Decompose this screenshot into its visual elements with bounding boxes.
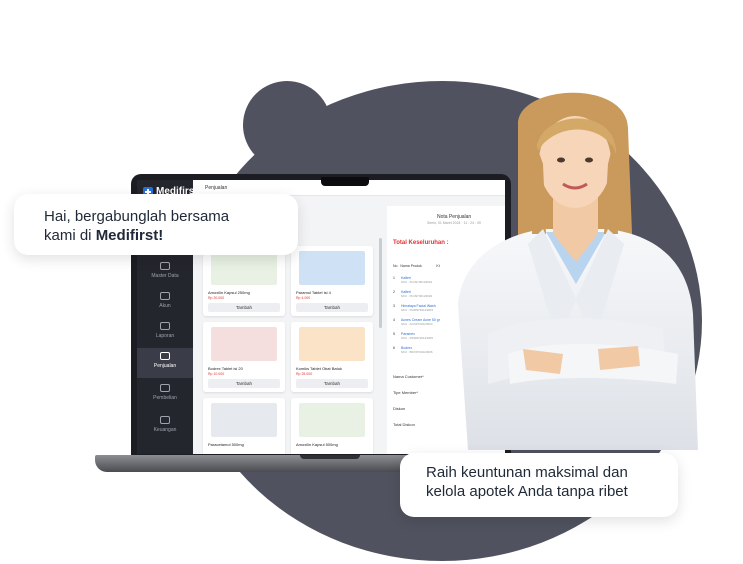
greeting-line-2: kami di Medifirst! (44, 226, 268, 245)
discount-field[interactable]: Diskon (393, 406, 405, 411)
product-scrollbar[interactable] (379, 238, 382, 328)
product-price: Rp 4.000 (296, 296, 311, 300)
add-product-button[interactable]: Tambah (208, 379, 280, 388)
product-grid: Amoxilin Kapsul 250mg Rp 20.000 Tambah P… (199, 238, 379, 454)
sidebar-item-keuangan[interactable]: Keuangan (137, 412, 193, 442)
sidebar-item-akun[interactable]: Akun (137, 288, 193, 318)
product-name: Bodrex Tablet isi 20 (208, 366, 243, 371)
greeting-bubble: Hai, bergabunglah bersama kami di Medifi… (14, 194, 298, 255)
table-row: 4 Acnes Cream Acne 50 gr SKU : ACN9730123… (393, 318, 440, 326)
product-image (299, 403, 365, 437)
laptop-base-groove (300, 455, 360, 459)
sidebar-item-penjualan[interactable]: Penjualan (137, 348, 193, 378)
product-image (211, 251, 277, 285)
row-sku: SKU : ACN9730123004 (401, 322, 433, 326)
sidebar-item-laporan[interactable]: Laporan (137, 318, 193, 348)
receipt-table-header: No Nama Produk Kt (393, 264, 440, 268)
row-number: 4 (393, 318, 395, 322)
product-image (211, 403, 277, 437)
promo-line-1: Raih keuntunan maksimal dan (426, 464, 628, 481)
greeting-prefix: kami di (44, 227, 96, 244)
sidebar-item-label: Master Data (151, 273, 179, 279)
product-price: Rp 25.000 (296, 372, 313, 376)
brand-name: Medifirst! (95, 227, 164, 244)
table-row: 1 Kalteri SKU : PLN9730123001 (393, 276, 432, 284)
table-row: 2 Kalteri SKU : PLN9730123002 (393, 290, 432, 298)
product-card[interactable]: Paramol Tablet isi 4 Rp 4.000 Tambah (291, 246, 373, 316)
product-name: Amoxilin Kapsul 250mg (208, 290, 250, 295)
promo-bubble: Raih keuntunan maksimal dan kelola apote… (400, 453, 678, 517)
camera-notch (321, 177, 369, 186)
pharmacist-illustration (458, 92, 698, 450)
user-icon (160, 292, 170, 300)
customer-name-field[interactable]: Nama Customer* (393, 374, 424, 379)
row-number: 1 (393, 276, 395, 280)
col-qty: Kt (436, 264, 440, 268)
row-number: 2 (393, 290, 395, 294)
product-card[interactable]: Amoxilin Kapsul 500mg (291, 398, 373, 454)
product-name: Amoxilin Kapsul 500mg (296, 442, 338, 447)
product-card[interactable]: Amoxilin Kapsul 250mg Rp 20.000 Tambah (203, 246, 285, 316)
add-product-button[interactable]: Tambah (296, 303, 368, 312)
cart-icon (160, 384, 170, 392)
col-no: No (393, 264, 398, 268)
sidebar-item-label: Keuangan (153, 427, 177, 433)
member-type-field[interactable]: Tipe Member* (393, 390, 418, 395)
add-product-button[interactable]: Tambah (208, 303, 280, 312)
row-sku: SKU : PLN9730123001 (401, 280, 433, 284)
total-label: Total Keseluruhan : (393, 240, 449, 246)
col-product: Nama Produk (400, 264, 422, 268)
wallet-icon (160, 416, 170, 424)
product-name: Komiks Tablet Obat Batuk (296, 366, 342, 371)
product-card[interactable]: Bodrex Tablet isi 20 Rp 10.000 Tambah (203, 322, 285, 392)
database-icon (160, 262, 170, 270)
sidebar-item-label: Akun (159, 303, 171, 309)
sidebar-item-master-data[interactable]: Master Data (137, 258, 193, 288)
sidebar-item-label: Pembelian (153, 395, 177, 401)
sidebar-item-pembelian[interactable]: Pembelian (137, 380, 193, 410)
row-sku: SKU : PHM9730123003 (401, 308, 434, 312)
product-image (299, 251, 365, 285)
table-row: 6 Bodrex SKU : BDX9730123006 (393, 346, 433, 354)
row-number: 5 (393, 332, 395, 336)
row-sku: SKU : BDX9730123006 (401, 350, 433, 354)
row-number: 3 (393, 304, 395, 308)
add-product-button[interactable]: Tambah (296, 379, 368, 388)
background-circle-small (243, 81, 331, 169)
product-price: Rp 10.000 (208, 372, 225, 376)
row-sku: SKU : PLN9730123002 (401, 294, 433, 298)
product-name: Paracetamol 500mg (208, 442, 244, 447)
inbox-icon (160, 352, 170, 360)
product-image (211, 327, 277, 361)
table-row: 3 Himalaya Facial Wash SKU : PHM973012300… (393, 304, 436, 312)
page-title: Penjualan (205, 185, 228, 191)
promo-line-2: kelola apotek Anda tanpa ribet (426, 483, 628, 500)
chart-icon (160, 322, 170, 330)
product-card[interactable]: Paracetamol 500mg (203, 398, 285, 454)
product-image (299, 327, 365, 361)
product-name: Paramol Tablet isi 4 (296, 290, 331, 295)
product-card[interactable]: Komiks Tablet Obat Batuk Rp 25.000 Tamba… (291, 322, 373, 392)
sidebar-item-label: Laporan (155, 333, 175, 339)
row-sku: SKU : PRM9730123005 (401, 336, 434, 340)
total-discount-field: Total Diskon (393, 422, 415, 427)
table-row: 5 Paramex SKU : PRM9730123005 (393, 332, 433, 340)
product-price: Rp 20.000 (208, 296, 225, 300)
sidebar-item-label: Penjualan (153, 363, 177, 369)
greeting-line-1: Hai, bergabunglah bersama (44, 208, 230, 225)
row-number: 6 (393, 346, 395, 350)
